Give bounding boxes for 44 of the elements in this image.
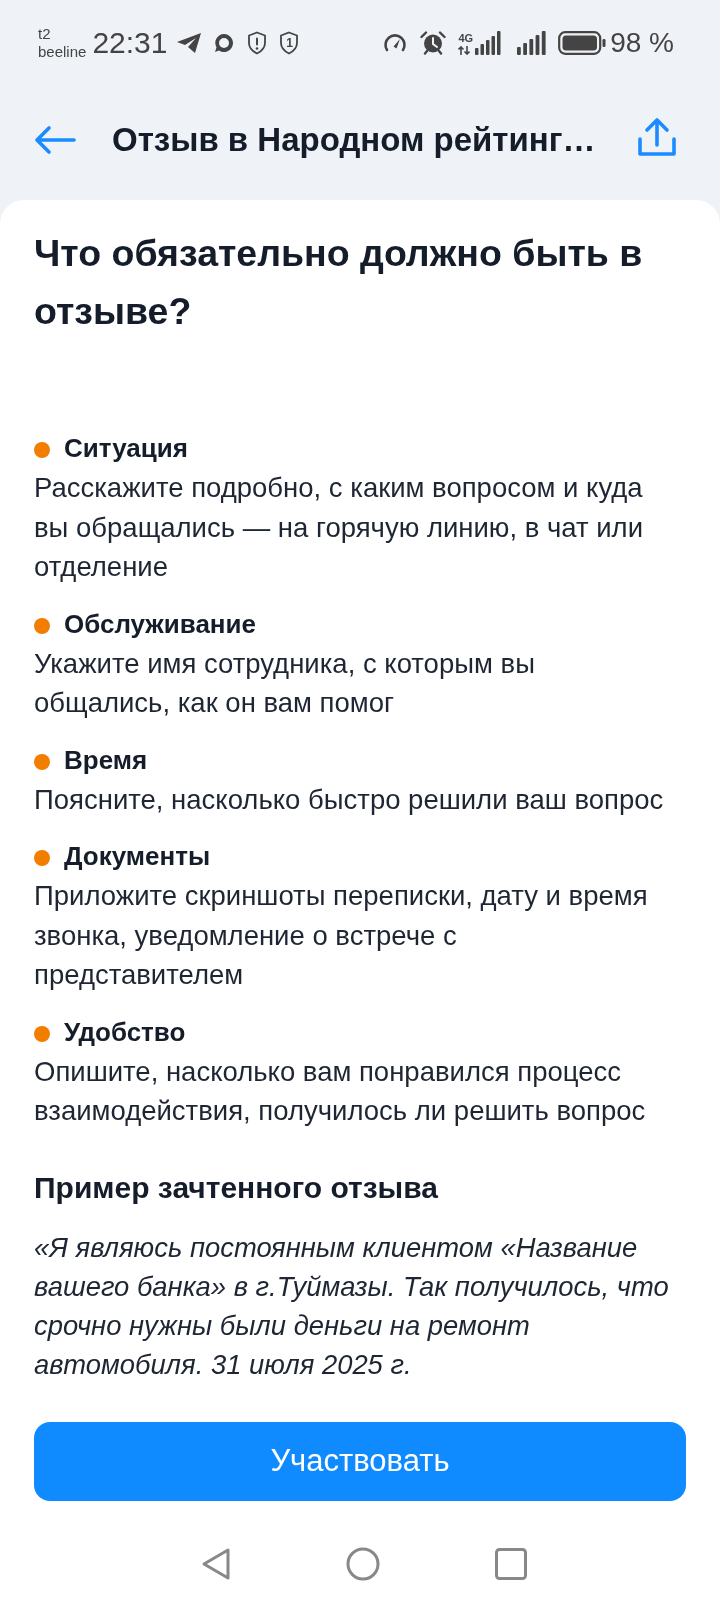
carrier-name: beeline [38,43,87,61]
back-arrow-icon [34,125,76,155]
item-description: Приложите скриншоты переписки, дату и время звонка, уведомление о встрече с представителем [34,879,649,992]
alarm-clock-icon [420,31,447,55]
section-heading: Что обязательно должно быть в отзыве? [34,231,644,334]
bullet-dot-icon [34,442,50,458]
signal-bars-icon [475,31,502,55]
carrier-name: t2 [38,25,52,43]
participate-button[interactable]: Участвовать [34,1421,686,1501]
share-button[interactable] [637,117,677,157]
bullet-dot-icon [34,617,50,634]
item-description: Расскажите подробно, с каким вопросом и куда вы обращались — на горячую линию, в чат или отделение [34,471,645,584]
shield-warning-icon [247,31,268,55]
nav-home-button[interactable] [346,1547,380,1581]
paper-plane-icon [177,33,202,53]
battery-icon [558,31,607,55]
item-description: Укажите имя сотрудника, с которым вы общались, как он вам помог [34,646,536,720]
status-time: 22:31 [92,26,168,60]
nav-back-button[interactable] [201,1547,231,1581]
example-quote: «Я являюсь постоянным клиентом «Название вашего банка» в г.Туймазы. Так получилось, что срочно нужны были деньги на ремонт автомобиля. 31 июля 2025 г. [34,1230,670,1382]
item-title: Время [64,743,148,777]
example-heading: Пример зачтенного отзыва [34,1169,439,1206]
back-button[interactable] [34,125,76,155]
bullet-dot-icon [34,1025,50,1042]
nav-recents-button[interactable] [495,1548,527,1580]
item-title: Обслуживание [64,607,257,641]
home-circle-icon [346,1547,380,1581]
item-description: Поясните, насколько быстро решили ваш вопрос [34,782,665,817]
network-type-label: 4G [458,31,474,44]
shield-badge: 1 [279,31,300,55]
bullet-dot-icon [34,850,50,866]
recents-square-icon [495,1548,527,1580]
page-title: Отзыв в Народном рейтинг… [112,121,597,159]
battery-percent: 98 % [610,27,674,59]
item-title: Ситуация [64,432,188,465]
share-icon [637,117,677,157]
signal-bars-icon [517,31,547,55]
item-description: Опишите, насколько вам понравился процесс взаимодействия, получилось ли решить вопрос [34,1054,647,1128]
data-arrows-icon [458,45,471,55]
item-title: Документы [64,840,211,873]
item-title: Удобство [64,1015,186,1049]
bullet-dot-icon [34,753,50,770]
back-triangle-icon [201,1547,231,1581]
chat-bubble-icon [213,32,236,54]
